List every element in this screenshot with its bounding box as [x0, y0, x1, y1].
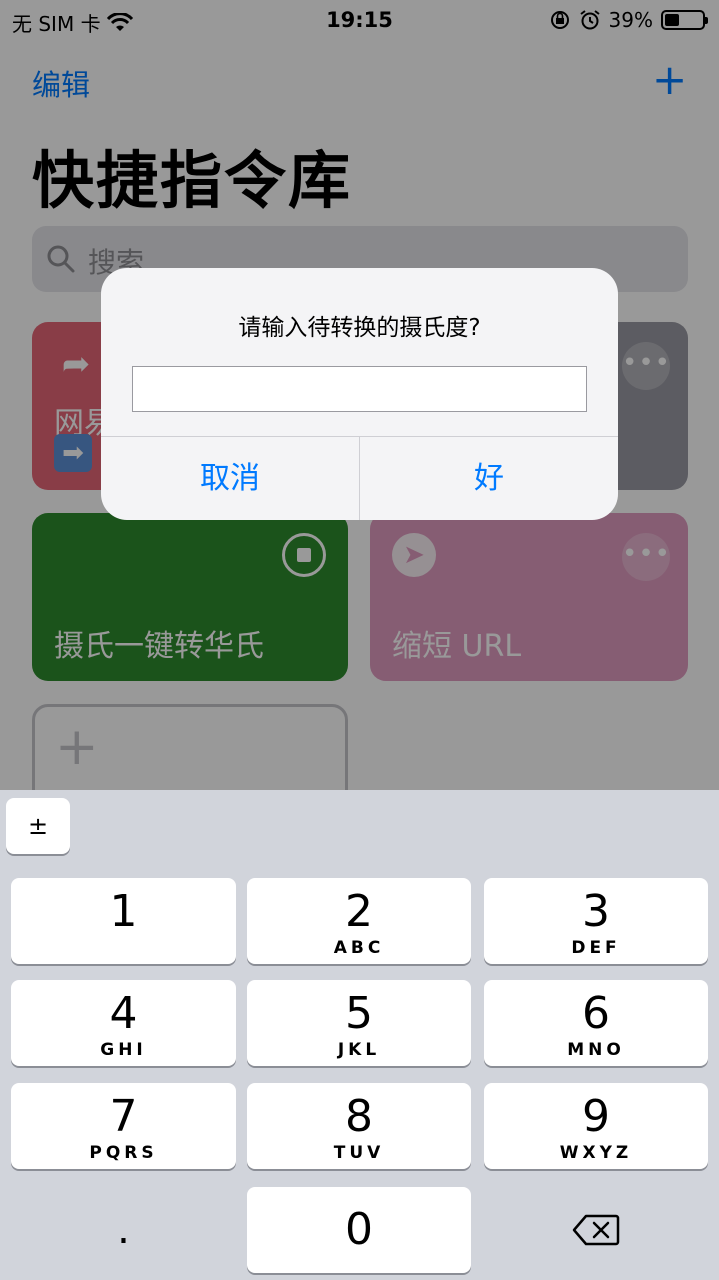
key-letters: WXYZ: [559, 1143, 633, 1163]
input-alert: 请输入待转换的摄氏度? 取消 好: [101, 268, 618, 520]
backspace-icon: [572, 1214, 620, 1246]
key-0[interactable]: 0: [247, 1187, 471, 1273]
key-letters: JKL: [337, 1040, 381, 1060]
key-2[interactable]: 2 ABC: [247, 878, 471, 964]
key-letters: PQRS: [89, 1143, 158, 1163]
key-letters: MNO: [567, 1040, 625, 1060]
key-digit: 2: [345, 886, 373, 937]
key-7[interactable]: 7 PQRS: [11, 1083, 236, 1169]
key-4[interactable]: 4 GHI: [11, 980, 236, 1066]
key-letters: TUV: [333, 1143, 385, 1163]
key-1[interactable]: 1: [11, 878, 236, 964]
key-digit: 8: [345, 1091, 373, 1142]
ok-button[interactable]: 好: [360, 437, 618, 520]
delete-key[interactable]: [484, 1187, 708, 1273]
celsius-input[interactable]: [132, 366, 587, 412]
key-9[interactable]: 9 WXYZ: [484, 1083, 708, 1169]
key-5[interactable]: 5 JKL: [247, 980, 471, 1066]
key-digit: 0: [345, 1204, 373, 1255]
key-digit: 1: [109, 886, 138, 937]
alert-title: 请输入待转换的摄氏度?: [238, 315, 481, 341]
key-digit: 9: [582, 1091, 610, 1142]
key-8[interactable]: 8 TUV: [247, 1083, 471, 1169]
key-digit: 3: [582, 886, 610, 937]
key-6[interactable]: 6 MNO: [484, 980, 708, 1066]
decimal-key[interactable]: .: [11, 1187, 236, 1273]
numeric-keyboard: ± 1 2 ABC 3 DEF 4 GHI 5 JKL 6 MNO 7 PQRS…: [0, 790, 719, 1280]
key-3[interactable]: 3 DEF: [484, 878, 708, 964]
key-digit: 6: [582, 988, 610, 1039]
key-letters: ABC: [333, 938, 385, 958]
key-digit: 7: [109, 1091, 138, 1142]
cancel-button[interactable]: 取消: [101, 437, 359, 520]
key-digit: 5: [345, 988, 373, 1039]
key-digit: 4: [109, 988, 138, 1039]
key-letters: GHI: [100, 1040, 147, 1060]
plus-minus-key[interactable]: ±: [6, 798, 70, 854]
key-letters: DEF: [571, 938, 621, 958]
